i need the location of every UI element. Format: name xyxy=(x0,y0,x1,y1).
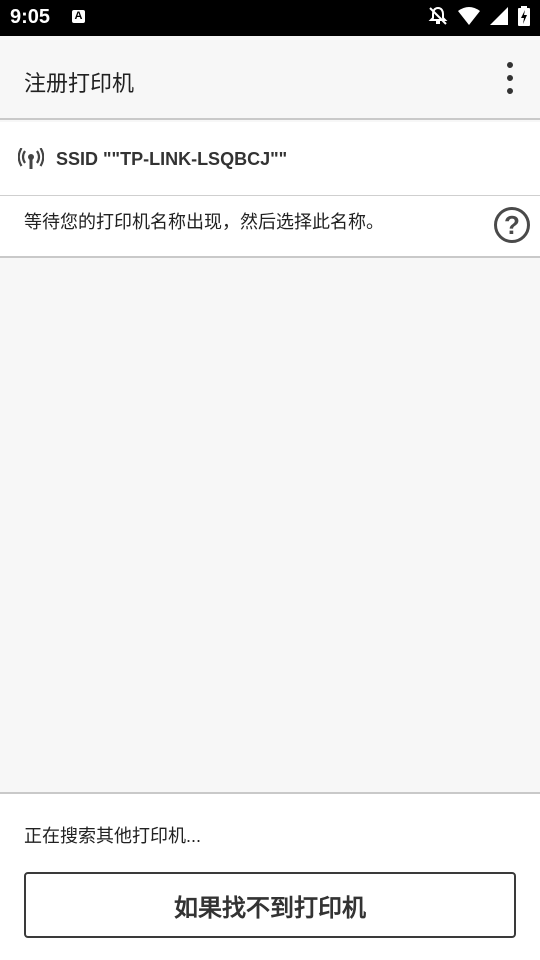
status-bar: 9:05 A xyxy=(0,0,540,36)
help-icon[interactable]: ? xyxy=(494,207,530,243)
instruction-row: 等待您的打印机名称出现，然后选择此名称。 ? xyxy=(0,196,540,258)
searching-status: 正在搜索其他打印机... xyxy=(24,826,202,846)
more-vert-icon[interactable] xyxy=(498,62,522,94)
printer-list xyxy=(0,258,540,792)
bottom-panel: 正在搜索其他打印机... 如果找不到打印机 xyxy=(0,792,540,960)
ssid-label: SSID ""TP-LINK-LSQBCJ"" xyxy=(56,149,288,169)
status-icons xyxy=(428,6,530,26)
app-bar: 注册打印机 xyxy=(0,36,540,120)
notifications-off-icon xyxy=(428,6,448,25)
overflow-dot xyxy=(507,75,513,81)
page-title: 注册打印机 xyxy=(24,71,135,96)
overflow-dot xyxy=(507,62,513,68)
overflow-dot xyxy=(507,88,513,94)
battery-charging-icon xyxy=(518,6,530,26)
status-time: 9:05 xyxy=(10,6,51,28)
text-a-icon: A xyxy=(72,10,85,23)
wifi-icon xyxy=(458,7,480,25)
wireless-signal-icon xyxy=(18,148,44,169)
cell-signal-icon xyxy=(490,7,508,25)
instruction-text: 等待您的打印机名称出现，然后选择此名称。 xyxy=(24,212,384,232)
ssid-row: SSID ""TP-LINK-LSQBCJ"" xyxy=(0,122,540,196)
printer-not-found-button[interactable]: 如果找不到打印机 xyxy=(24,872,516,938)
